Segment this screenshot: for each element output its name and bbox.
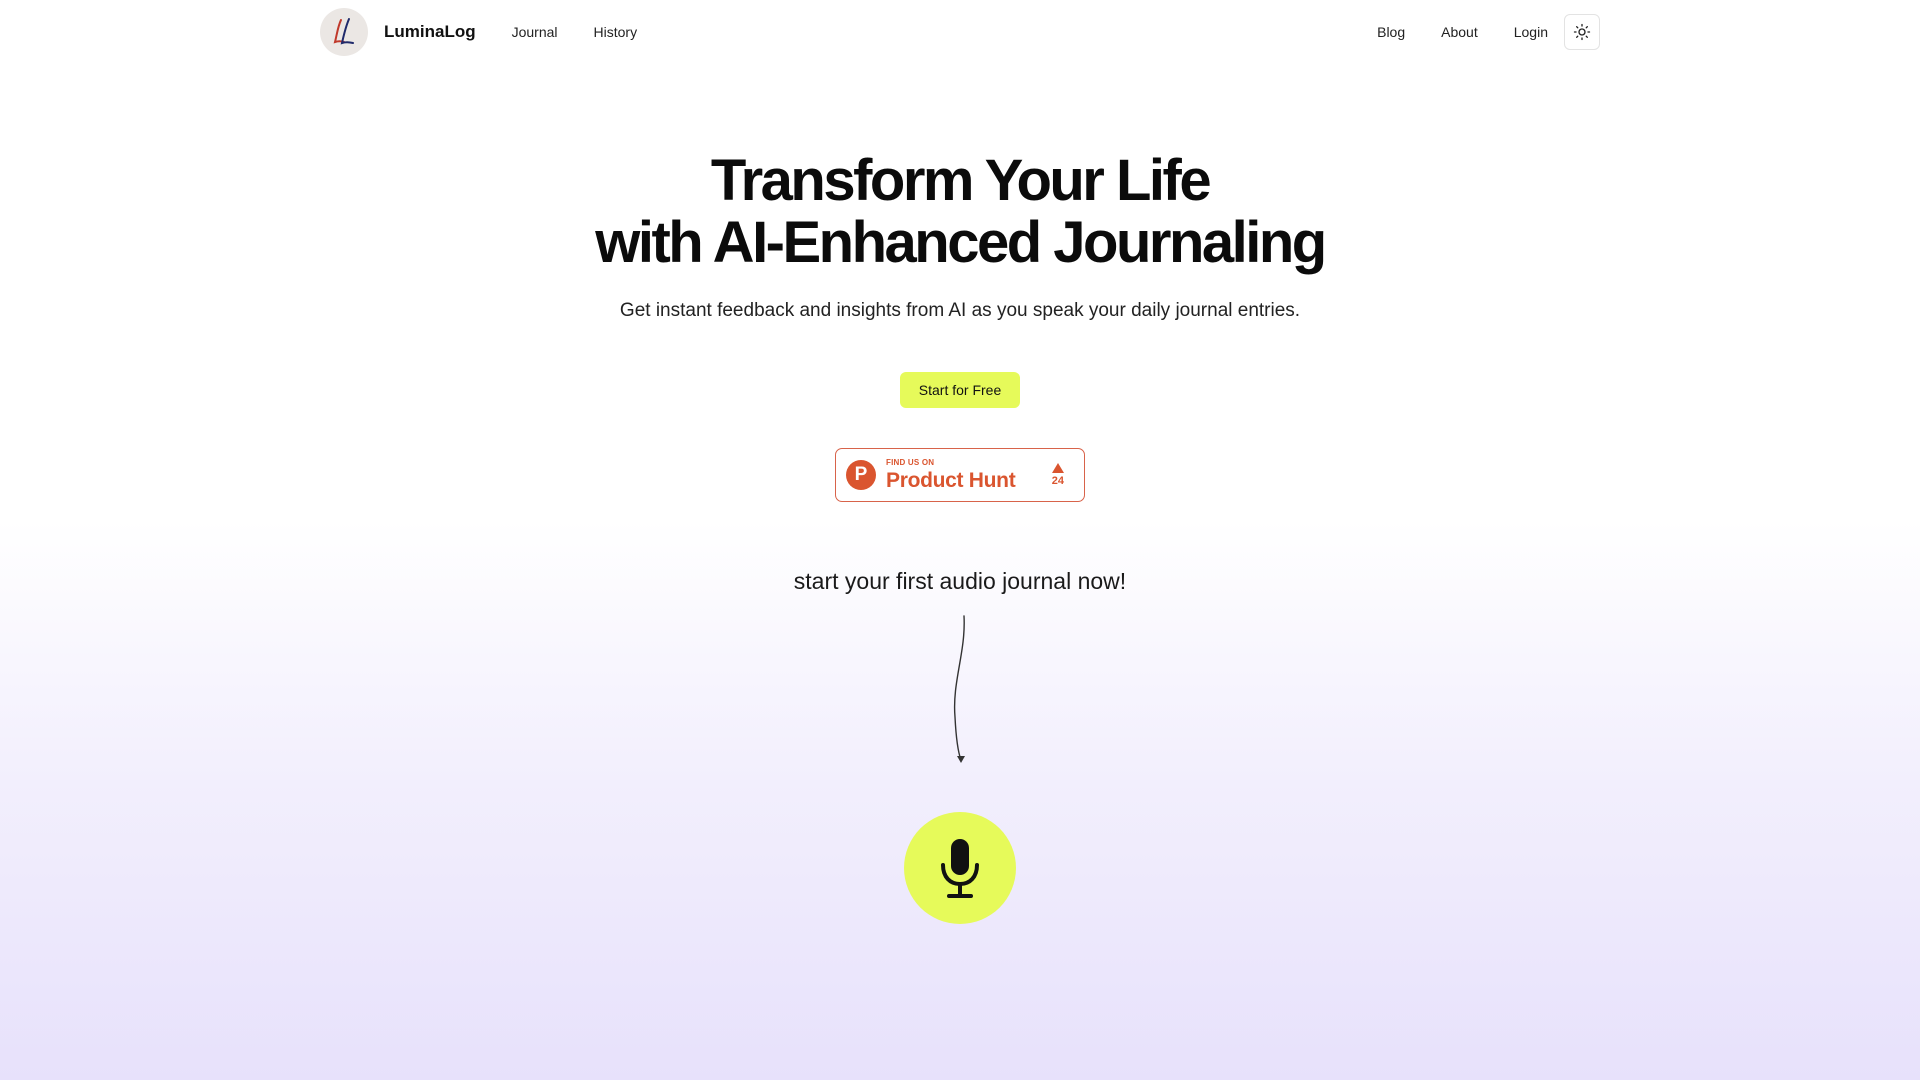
- upvote-count: 24: [1051, 475, 1064, 487]
- hero-title-line-1: Transform Your Life: [710, 148, 1212, 213]
- audio-journal-prompt: start your first audio journal now!: [793, 568, 1127, 594]
- theme-toggle-button[interactable]: [1564, 14, 1600, 50]
- secondary-nav: Blog About Login: [1377, 24, 1548, 40]
- logo[interactable]: [320, 8, 368, 56]
- nav-login[interactable]: Login: [1514, 24, 1548, 40]
- hero-subtitle: Get instant feedback and insights from A…: [619, 300, 1301, 321]
- ll-monogram-logo-icon: [333, 18, 354, 45]
- nav-blog[interactable]: Blog: [1377, 24, 1405, 40]
- hero-title-line-2: with AI-Enhanced Journaling: [595, 210, 1327, 275]
- record-audio-button[interactable]: [904, 812, 1016, 924]
- upvote-triangle-icon: [1051, 463, 1064, 473]
- sun-icon: [1573, 23, 1591, 41]
- microphone-icon: [941, 839, 979, 898]
- nav-about[interactable]: About: [1441, 24, 1478, 40]
- brand-name[interactable]: LuminaLog: [384, 22, 476, 42]
- product-hunt-upvotes: 24: [1052, 463, 1064, 487]
- nav-history[interactable]: History: [594, 24, 638, 40]
- product-hunt-big-text: Product Hunt: [886, 469, 1016, 492]
- curved-arrow-down-icon: [953, 615, 965, 763]
- product-hunt-small-text: FIND US ON: [886, 458, 935, 467]
- product-hunt-badge[interactable]: P FIND US ON Product Hunt 24: [835, 448, 1085, 502]
- product-hunt-logo-icon: P: [846, 460, 876, 490]
- nav-journal[interactable]: Journal: [512, 24, 558, 40]
- site-header: LuminaLog Journal History Blog About Log…: [320, 0, 1600, 64]
- start-for-free-button[interactable]: Start for Free: [900, 372, 1020, 408]
- hero-title: Transform Your Life with AI-Enhanced Jou…: [0, 150, 1920, 274]
- product-hunt-text: FIND US ON Product Hunt: [886, 458, 1016, 492]
- hero-section: Transform Your Life with AI-Enhanced Jou…: [0, 150, 1920, 322]
- primary-nav: Journal History: [512, 24, 637, 40]
